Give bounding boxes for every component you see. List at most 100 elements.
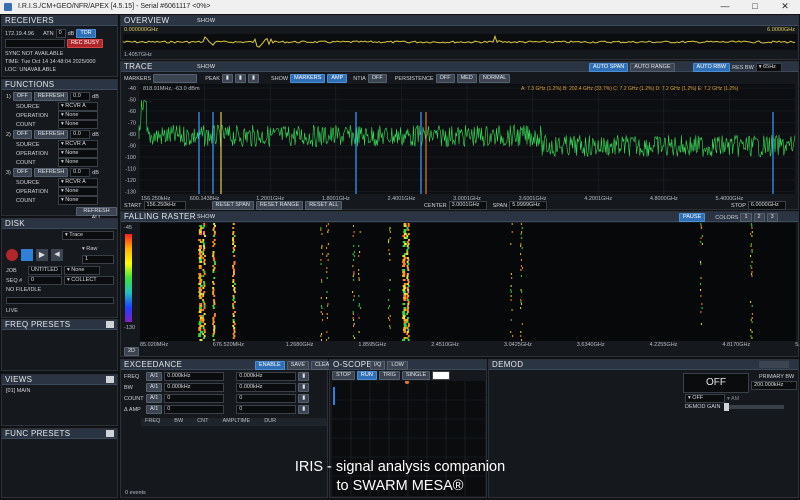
auto-rbw-button[interactable]: AUTO RBW [692, 63, 731, 72]
oscope-run-button[interactable]: RUN [356, 371, 377, 380]
persistence-med-button[interactable]: MED [456, 74, 477, 83]
demod-am-select[interactable]: ▾ AM [727, 396, 739, 402]
function-refresh-button[interactable]: REFRESH [33, 168, 69, 177]
oscope-level-field[interactable] [432, 371, 451, 380]
stop-field[interactable]: 6.0000GHz [747, 201, 786, 210]
exceedance-value[interactable]: 0.000kHz [164, 383, 225, 392]
freq-presets-toggle-icon[interactable] [106, 321, 114, 328]
demod-toolbar-icons[interactable] [759, 361, 789, 368]
res-bw-select[interactable]: ▾ 65Hz [755, 63, 782, 72]
raster-2d-button[interactable]: 2D [124, 347, 140, 356]
exceedance-row-toggle[interactable]: ▮ [298, 405, 310, 414]
function-operation-select[interactable]: ▾ None [58, 111, 98, 120]
reset-all-button[interactable]: RESET ALL [305, 201, 343, 210]
raw-select[interactable]: ▾ Raw [82, 246, 97, 252]
tdr-button[interactable]: TDR [76, 29, 96, 38]
exceedance-source-button[interactable]: A/1 [146, 394, 163, 403]
exceedance-value-2[interactable]: 0 [236, 405, 297, 414]
exceedance-source-button[interactable]: A/1 [146, 405, 163, 414]
function-source-select[interactable]: ▾ RCVR A [58, 102, 98, 111]
function-source-select[interactable]: ▾ RCVR A [58, 178, 98, 187]
collect-select[interactable]: ▾ COLLECT [64, 276, 114, 285]
auto-range-button[interactable]: AUTO RANGE [630, 63, 675, 72]
exceedance-save-button[interactable]: SAVE [286, 361, 309, 370]
reset-range-button[interactable]: RESET RANGE [255, 201, 304, 210]
function-operation-select[interactable]: ▾ None [58, 187, 98, 196]
trace-chart[interactable]: -40 -50 -60 -70 -80 -90 -100 -110 -120 -130 156.25… [121, 84, 798, 200]
exceedance-value-2[interactable]: 0.000kHz [236, 383, 297, 392]
function-value[interactable]: 0.0 [70, 92, 91, 101]
center-field[interactable]: 3.0001GHz [448, 201, 487, 210]
close-button[interactable]: ✕ [770, 0, 800, 14]
demod-gain-slider[interactable] [724, 403, 785, 411]
colors-3-button[interactable]: 3 [766, 213, 778, 222]
overview-spectrum[interactable] [123, 34, 797, 50]
views-toggle-icon[interactable] [106, 376, 114, 383]
exceedance-enable-button[interactable]: ENABLE [255, 361, 285, 370]
oscope-iq-button[interactable]: I/Q [370, 361, 386, 370]
persistence-normal-button[interactable]: NORMAL [478, 74, 511, 83]
function-off-button[interactable]: OFF [12, 168, 32, 177]
rec-busy-button[interactable]: REC BUSY [67, 39, 104, 48]
job-field[interactable]: UNTITLED [28, 266, 62, 275]
raw-count[interactable]: 1 [82, 255, 114, 264]
rewind-icon[interactable]: ◀ [51, 249, 63, 261]
peak-button-3[interactable]: ▮ [247, 74, 259, 83]
function-count-select[interactable]: ▾ None [58, 120, 98, 129]
oscope-trig-button[interactable]: TRIG [378, 371, 400, 380]
start-field[interactable]: 156.250kHz [143, 201, 186, 210]
exceedance-value[interactable]: 0.000kHz [164, 372, 225, 381]
function-operation-select[interactable]: ▾ None [58, 149, 98, 158]
seq-field[interactable]: 0 [28, 276, 62, 285]
job-option-select[interactable]: ▾ None [64, 266, 100, 275]
colors-1-button[interactable]: 1 [740, 213, 752, 222]
exceedance-column-header[interactable]: BW [174, 418, 183, 426]
function-value[interactable]: 0.0 [70, 130, 91, 139]
disk-trace-select[interactable]: ▾ Trace [62, 231, 114, 240]
exceedance-column-header[interactable]: DUR [264, 418, 276, 426]
colors-2-button[interactable]: 2 [753, 213, 765, 222]
exceedance-source-button[interactable]: A/1 [146, 372, 163, 381]
function-count-select[interactable]: ▾ None [58, 196, 98, 205]
exceedance-column-header[interactable]: CNT [197, 418, 208, 426]
function-refresh-button[interactable]: REFRESH [33, 92, 69, 101]
func-presets-toggle-icon[interactable] [106, 430, 114, 437]
atn-value[interactable]: 0 [55, 29, 66, 38]
exceedance-row-toggle[interactable]: ▮ [298, 383, 310, 392]
exceedance-value[interactable]: 0 [164, 405, 225, 414]
stop-button[interactable] [21, 249, 33, 261]
oscope-low-button[interactable]: LOW [387, 361, 408, 370]
minimize-button[interactable]: — [710, 0, 740, 14]
exceedance-row-toggle[interactable]: ▮ [298, 394, 310, 403]
exceedance-row-toggle[interactable]: ▮ [298, 372, 310, 381]
exceedance-value-2[interactable]: 0.000kHz [236, 372, 297, 381]
function-source-select[interactable]: ▾ RCVR A [58, 140, 98, 149]
views-item-main[interactable]: [01] MAIN [6, 388, 30, 394]
ntia-off-button[interactable]: OFF [367, 74, 387, 83]
exceedance-value[interactable]: 0 [164, 394, 225, 403]
reset-span-button[interactable]: RESET SPAN [211, 201, 254, 210]
exceedance-column-header[interactable]: FREQ [145, 418, 160, 426]
persistence-off-button[interactable]: OFF [435, 74, 455, 83]
exceedance-value-2[interactable]: 0 [236, 394, 297, 403]
span-field[interactable]: 5.9999GHz [509, 201, 548, 210]
oscope-single-button[interactable]: SINGLE [401, 371, 431, 380]
raster-waterfall[interactable] [140, 223, 796, 341]
function-count-select[interactable]: ▾ None [58, 158, 98, 167]
show-amp-button[interactable]: AMP [327, 74, 348, 83]
refresh-all-button[interactable]: REFRESH ALL [76, 207, 117, 221]
markers-mode-field[interactable] [153, 74, 198, 83]
record-button[interactable] [6, 249, 18, 261]
maximize-button[interactable]: □ [740, 0, 770, 14]
peak-button-2[interactable]: ▮ [234, 74, 246, 83]
function-refresh-button[interactable]: REFRESH [33, 130, 69, 139]
peak-button-1[interactable]: ▮ [221, 74, 233, 83]
demod-mode-select[interactable]: ▾ OFF [685, 394, 725, 403]
primary-bw-field[interactable]: 200.000kHz [751, 381, 797, 390]
auto-span-button[interactable]: AUTO SPAN [589, 63, 629, 72]
exceedance-column-header[interactable]: AMPLTIME [222, 418, 250, 426]
show-markers-button[interactable]: MARKERS [290, 74, 326, 83]
oscope-stop-button[interactable]: STOP [332, 371, 355, 380]
function-off-button[interactable]: OFF [12, 130, 32, 139]
play-icon[interactable]: ▶ [36, 249, 48, 261]
